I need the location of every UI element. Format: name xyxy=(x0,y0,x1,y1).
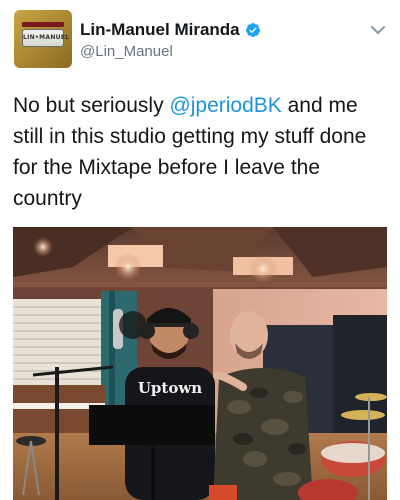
tweet-header: LIN•MANUEL Lin-Manuel Miranda @Lin_Manue… xyxy=(14,10,386,70)
studio-photo: Uptown xyxy=(13,227,387,500)
license-plate-icon: LIN•MANUEL xyxy=(22,29,70,47)
tweet-text-prefix: No but seriously xyxy=(13,94,170,117)
tweet-card: LIN•MANUEL Lin-Manuel Miranda @Lin_Manue… xyxy=(0,0,400,500)
display-name[interactable]: Lin-Manuel Miranda xyxy=(80,20,240,40)
user-handle[interactable]: @Lin_Manuel xyxy=(80,43,173,60)
tweet-photo[interactable]: Uptown xyxy=(13,227,387,500)
verified-badge-icon xyxy=(245,23,260,37)
shirt-text: Uptown xyxy=(138,379,202,397)
name-row: Lin-Manuel Miranda xyxy=(80,20,261,40)
tweet-text: No but seriously @jperiodBK and me still… xyxy=(13,90,389,214)
avatar-plate-text: LIN•MANUEL xyxy=(23,34,70,41)
mention-link[interactable]: @jperiodBK xyxy=(169,94,281,117)
plate-strip xyxy=(22,22,64,27)
avatar[interactable]: LIN•MANUEL xyxy=(14,10,72,68)
chevron-down-icon[interactable] xyxy=(370,24,386,36)
